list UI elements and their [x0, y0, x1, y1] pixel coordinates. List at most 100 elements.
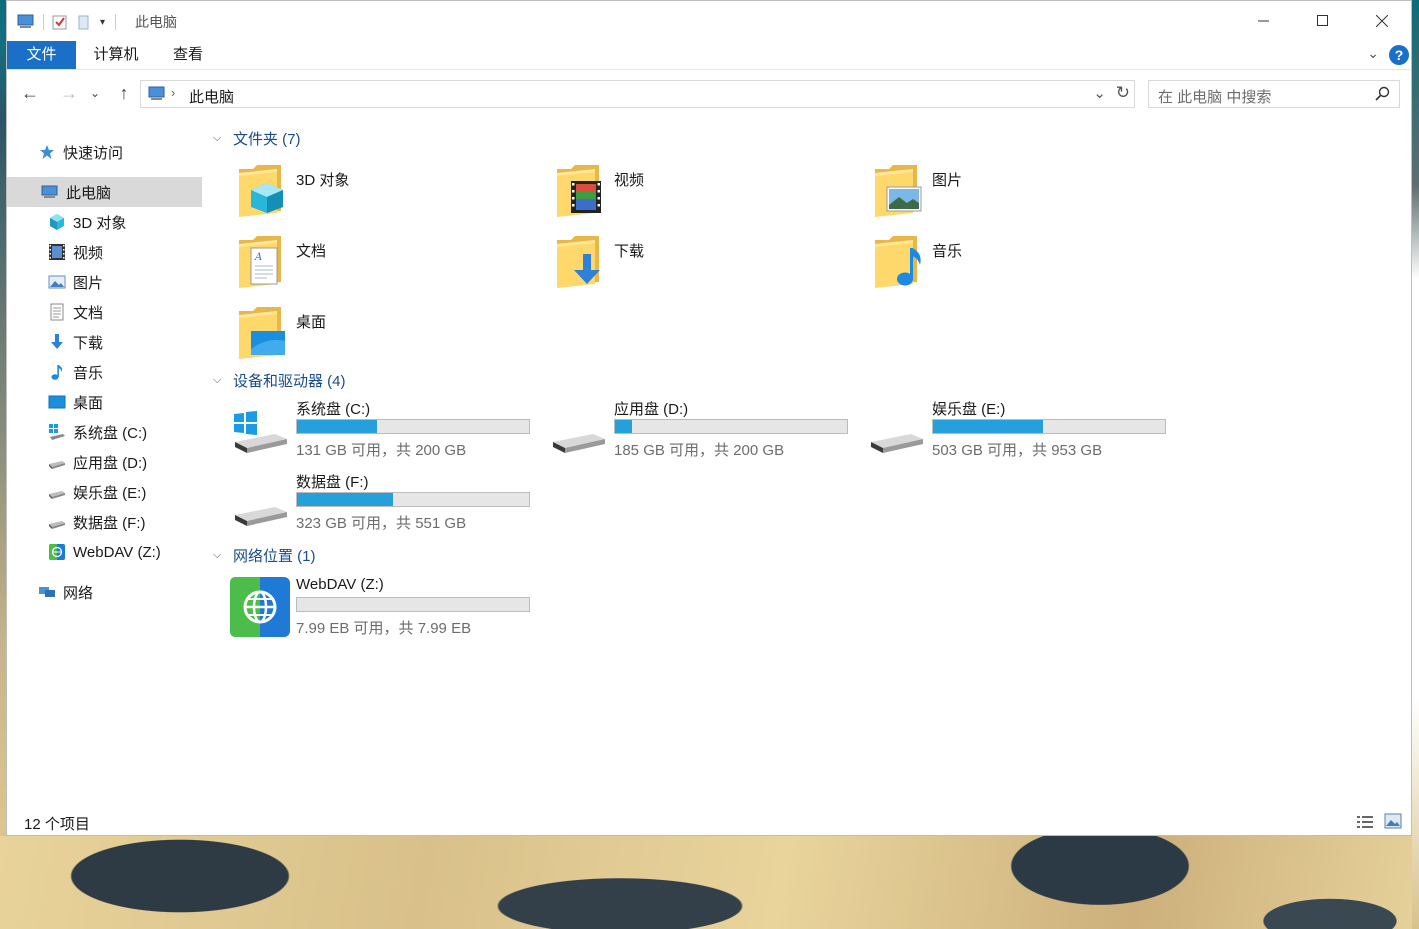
- folder-label: 音乐: [932, 243, 963, 260]
- sidebar-item-drive-f[interactable]: 数据盘 (F:): [7, 507, 202, 537]
- download-icon: [48, 333, 66, 351]
- sidebar-item-label: 此电脑: [66, 184, 112, 202]
- collapse-chevron-icon: ⌵: [213, 131, 222, 144]
- sidebar-item-label: 网络: [63, 584, 94, 602]
- folder-desktop[interactable]: 桌面: [207, 305, 507, 369]
- properties-icon[interactable]: [52, 14, 68, 30]
- folder-label: 桌面: [296, 314, 327, 331]
- drive-icon: [867, 406, 927, 458]
- navigation-bar: ← → ⌄ ↑ › 此电脑 ⌄ ↻ 在 此电脑 中搜索: [7, 77, 1411, 111]
- sidebar-item-drive-e[interactable]: 娱乐盘 (E:): [7, 477, 202, 507]
- drive-free-space: 7.99 EB 可用，共 7.99 EB: [296, 620, 472, 637]
- folder-pictures-icon: [873, 163, 923, 217]
- folder-videos-icon: [555, 163, 605, 217]
- sidebar-item-label: 下载: [73, 334, 104, 352]
- sidebar-item-drive-c[interactable]: 系统盘 (C:): [7, 417, 202, 447]
- drive-e[interactable]: 娱乐盘 (E:) 503 GB 可用，共 953 GB: [843, 398, 1166, 464]
- large-icons-view-icon[interactable]: [1384, 813, 1402, 832]
- sidebar-item-documents[interactable]: 文档: [7, 297, 202, 327]
- network-icon: [38, 583, 56, 601]
- capacity-bar: [296, 492, 530, 507]
- folder-3d-objects[interactable]: 3D 对象: [207, 163, 507, 227]
- customize-toolbar-dropdown-icon[interactable]: ▾: [100, 17, 105, 28]
- drive-icon: [48, 513, 66, 531]
- search-icon[interactable]: [1375, 86, 1390, 105]
- new-folder-icon[interactable]: [76, 14, 92, 30]
- webdav-icon: [48, 543, 66, 561]
- status-bar: 12 个项目: [7, 809, 1411, 835]
- close-icon: [1376, 15, 1388, 27]
- drive-icon: [48, 483, 66, 501]
- drive-name: 系统盘 (C:): [296, 401, 371, 418]
- help-button[interactable]: ?: [1389, 45, 1409, 65]
- group-header-label: 网络位置 (1): [233, 547, 316, 565]
- folder-label: 下载: [614, 243, 645, 260]
- sidebar-item-desktop[interactable]: 桌面: [7, 387, 202, 417]
- sidebar-item-label: 3D 对象: [73, 214, 127, 232]
- capacity-bar: [296, 419, 530, 434]
- search-box[interactable]: 在 此电脑 中搜索: [1148, 80, 1400, 108]
- sidebar-item-drive-d[interactable]: 应用盘 (D:): [7, 447, 202, 477]
- details-view-icon[interactable]: [1356, 814, 1374, 833]
- drive-name: 娱乐盘 (E:): [932, 401, 1006, 418]
- tab-computer[interactable]: 计算机: [83, 41, 149, 69]
- drive-d[interactable]: 应用盘 (D:) 185 GB 可用，共 200 GB: [525, 398, 848, 464]
- folder-3d-objects-icon: [237, 163, 287, 217]
- folder-music[interactable]: 音乐: [843, 234, 1143, 298]
- sidebar-item-webdav-z[interactable]: WebDAV (Z:): [7, 537, 202, 567]
- breadcrumb-this-pc[interactable]: 此电脑: [189, 86, 234, 107]
- collapse-chevron-icon: ⌵: [213, 373, 222, 386]
- expand-ribbon-chevron-icon[interactable]: ⌄: [1367, 45, 1379, 62]
- tab-view[interactable]: 查看: [157, 41, 219, 69]
- minimize-button[interactable]: [1235, 1, 1293, 41]
- folder-downloads[interactable]: 下载: [525, 234, 825, 298]
- folder-music-icon: [873, 234, 923, 288]
- maximize-icon: [1317, 15, 1328, 26]
- forward-button[interactable]: →: [57, 81, 81, 105]
- folder-videos[interactable]: 视频: [525, 163, 825, 227]
- folder-documents[interactable]: A 文档: [207, 234, 507, 298]
- breadcrumb-separator-icon[interactable]: ›: [171, 85, 175, 100]
- folder-label: 视频: [614, 172, 645, 189]
- sidebar-item-downloads[interactable]: 下载: [7, 327, 202, 357]
- document-icon: [48, 303, 66, 321]
- address-history-dropdown-icon[interactable]: ⌄: [1093, 84, 1106, 102]
- drive-icon: [549, 406, 609, 458]
- desktop-icon: [48, 393, 66, 411]
- refresh-icon[interactable]: ↻: [1116, 83, 1130, 103]
- drive-free-space: 185 GB 可用，共 200 GB: [614, 442, 785, 459]
- drive-c[interactable]: 系统盘 (C:) 131 GB 可用，共 200 GB: [207, 398, 530, 464]
- tab-file[interactable]: 文件: [7, 41, 76, 69]
- sidebar-item-quick-access[interactable]: 快速访问: [7, 137, 202, 167]
- sidebar-item-label: 娱乐盘 (E:): [73, 484, 147, 502]
- sidebar-item-music[interactable]: 音乐: [7, 357, 202, 387]
- folder-label: 3D 对象: [296, 172, 350, 189]
- folder-label: 图片: [932, 172, 963, 189]
- sidebar-item-this-pc[interactable]: 此电脑: [7, 177, 202, 207]
- recent-locations-button[interactable]: ⌄: [87, 81, 103, 105]
- group-header-folders[interactable]: ⌵ 文件夹 (7): [213, 126, 301, 150]
- this-pc-icon: [41, 183, 59, 201]
- this-pc-icon[interactable]: [17, 14, 35, 30]
- sidebar-item-network[interactable]: 网络: [7, 577, 202, 607]
- address-bar[interactable]: › 此电脑 ⌄ ↻: [140, 80, 1135, 108]
- network-location-webdav[interactable]: WebDAV (Z:) 7.99 EB 可用，共 7.99 EB: [207, 576, 530, 642]
- folder-downloads-icon: [555, 234, 605, 288]
- drive-name: 数据盘 (F:): [296, 474, 369, 491]
- maximize-button[interactable]: [1294, 1, 1352, 41]
- back-button[interactable]: ←: [18, 81, 42, 105]
- up-button[interactable]: ↑: [112, 81, 136, 105]
- drive-f[interactable]: 数据盘 (F:) 323 GB 可用，共 551 GB: [207, 471, 530, 537]
- folder-documents-icon: A: [237, 234, 287, 288]
- group-header-drives[interactable]: ⌵ 设备和驱动器 (4): [213, 368, 346, 392]
- title-bar: ▾ 此电脑: [7, 1, 1411, 41]
- navigation-pane: 快速访问 此电脑 3D 对象视频图片 文档下载音乐 桌面 系统盘 (C:) 应用盘 (D…: [7, 123, 203, 683]
- sidebar-item-videos[interactable]: 视频: [7, 237, 202, 267]
- group-header-network[interactable]: ⌵ 网络位置 (1): [213, 543, 316, 567]
- sidebar-item-3d-objects[interactable]: 3D 对象: [7, 207, 202, 237]
- search-input[interactable]: 在 此电脑 中搜索: [1158, 86, 1271, 107]
- folder-pictures[interactable]: 图片: [843, 163, 1143, 227]
- close-button[interactable]: [1353, 1, 1411, 41]
- sidebar-item-label: 视频: [73, 244, 104, 262]
- sidebar-item-pictures[interactable]: 图片: [7, 267, 202, 297]
